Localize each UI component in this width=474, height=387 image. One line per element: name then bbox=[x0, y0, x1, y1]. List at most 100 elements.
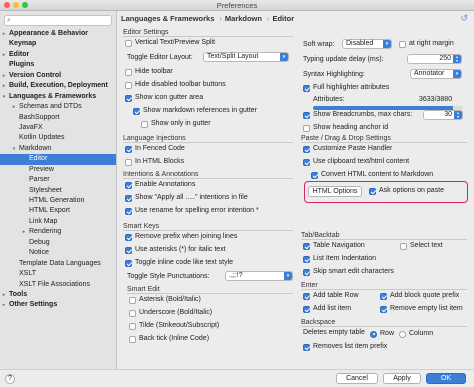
enable-annotations-checkbox[interactable]: Enable Annotations bbox=[125, 180, 195, 190]
add-block-quote-checkbox[interactable]: Add block quote prefix bbox=[380, 291, 459, 301]
use-rename-checkbox[interactable]: Use rename for spelling error intention … bbox=[125, 206, 259, 216]
sidebar-item[interactable]: ▸ Schemas and DTDs bbox=[0, 102, 116, 112]
select-text-checkbox[interactable]: Select text bbox=[400, 241, 443, 251]
sidebar-item[interactable]: XSLT bbox=[0, 269, 116, 279]
hide-disabled-checkbox[interactable]: Hide disabled toolbar buttons bbox=[125, 80, 226, 90]
fenced-code-checkbox[interactable]: In Fenced Code bbox=[125, 144, 185, 154]
show-breadcrumbs-checkbox[interactable]: Show Breadcrumbs, max chars: bbox=[303, 110, 412, 120]
divider bbox=[123, 142, 293, 143]
syntax-label: Syntax Highlighting: bbox=[303, 71, 365, 78]
sidebar-item[interactable]: Editor bbox=[0, 154, 116, 165]
chevron-down-icon[interactable]: ▾ bbox=[10, 144, 18, 154]
sidebar-item[interactable]: XSLT File Associations bbox=[0, 280, 116, 290]
sidebar-item[interactable]: ▸ Appearance & Behavior bbox=[0, 29, 116, 39]
sidebar-item[interactable]: Plugins bbox=[0, 60, 116, 70]
chevron-right-icon[interactable]: ▸ bbox=[0, 290, 8, 300]
ok-button[interactable]: OK bbox=[426, 373, 466, 384]
sidebar-item[interactable]: JavaFX bbox=[0, 123, 116, 133]
stepper-icon[interactable]: ▴ ▾ bbox=[454, 111, 462, 119]
chevron-right-icon[interactable]: ▸ bbox=[10, 102, 18, 112]
sidebar-item[interactable]: Stylesheet bbox=[0, 186, 116, 196]
skip-smart-checkbox[interactable]: Skip smart edit characters bbox=[303, 267, 394, 277]
sidebar-item[interactable]: BashSupport bbox=[0, 113, 116, 123]
sidebar-item[interactable]: Kotlin Updates bbox=[0, 133, 116, 143]
divider bbox=[301, 239, 467, 240]
remove-prefix-checkbox[interactable]: Remove prefix when joining lines bbox=[125, 232, 237, 242]
full-highlighter-checkbox[interactable]: Full highlighter attributes bbox=[303, 83, 389, 93]
show-apply-all-checkbox[interactable]: Show "Apply all ....." intentions in fil… bbox=[125, 193, 248, 203]
convert-html-checkbox[interactable]: Convert HTML content to Markdown bbox=[311, 170, 433, 180]
cancel-button[interactable]: Cancel bbox=[336, 373, 378, 384]
list-indent-checkbox[interactable]: List Item Indentation bbox=[303, 254, 376, 264]
sidebar-item[interactable]: ▸ Rendering bbox=[0, 227, 116, 237]
sidebar-item[interactable]: Preview bbox=[0, 165, 116, 175]
sidebar-item[interactable]: Parser bbox=[0, 175, 116, 185]
chevron-right-icon[interactable]: ▸ bbox=[20, 227, 28, 237]
sidebar-item-label: HTML Generation bbox=[29, 197, 85, 204]
sidebar-item[interactable]: ▾ Languages & Frameworks bbox=[0, 92, 116, 102]
sidebar-item[interactable]: HTML Export bbox=[0, 206, 116, 216]
column-radio[interactable]: Column bbox=[399, 329, 433, 339]
asterisk-checkbox[interactable]: Asterisk (Bold/Italic) bbox=[129, 295, 201, 305]
sidebar-item[interactable]: Keymap bbox=[0, 39, 116, 49]
sidebar-item[interactable]: ▸ Other Settings bbox=[0, 300, 116, 310]
underscore-checkbox[interactable]: Underscore (Bold/Italic) bbox=[129, 308, 212, 318]
help-icon[interactable]: ? bbox=[5, 374, 15, 384]
chevron-right-icon[interactable]: ▸ bbox=[0, 50, 8, 60]
sidebar-item[interactable]: Notice bbox=[0, 248, 116, 258]
toggle-layout-select[interactable]: Text/Split Layout ▾ bbox=[203, 52, 289, 62]
hide-toolbar-checkbox[interactable]: Hide toolbar bbox=[125, 67, 173, 77]
chevron-down-icon[interactable]: ▾ bbox=[0, 92, 8, 102]
sidebar-item[interactable]: ▾ Markdown bbox=[0, 144, 116, 154]
sidebar-item[interactable]: HTML Generation bbox=[0, 196, 116, 206]
add-list-item-checkbox[interactable]: Add list item bbox=[303, 304, 351, 314]
sidebar-item[interactable]: Debug bbox=[0, 238, 116, 248]
sidebar-item[interactable]: ▸ Build, Execution, Deployment bbox=[0, 81, 116, 91]
sidebar-item[interactable]: ▸ Version Control bbox=[0, 71, 116, 81]
soft-wrap-select[interactable]: Disabled ▾ bbox=[342, 39, 392, 49]
stepper-icon[interactable]: ▴ ▾ bbox=[453, 55, 461, 63]
search-input[interactable]: ⌕ bbox=[4, 15, 112, 26]
sidebar-item[interactable]: ▸ Tools bbox=[0, 290, 116, 300]
breadcrumbs-stepper[interactable]: 30 ▴ ▾ bbox=[423, 110, 463, 120]
toggle-inline-checkbox[interactable]: Toggle inline code like text style bbox=[125, 258, 233, 268]
show-heading-anchor-checkbox[interactable]: Show heading anchor id bbox=[303, 123, 388, 133]
at-right-margin-checkbox[interactable]: at right margin bbox=[399, 39, 454, 49]
ask-on-paste-checkbox[interactable]: Ask options on paste bbox=[369, 186, 444, 196]
backtick-checkbox[interactable]: Back tick (Inline Code) bbox=[129, 334, 209, 344]
customize-paste-checkbox[interactable]: Customize Paste Handler bbox=[303, 144, 392, 154]
chevron-right-icon[interactable]: ▸ bbox=[0, 81, 8, 91]
row-radio[interactable]: Row bbox=[370, 329, 394, 339]
chevron-right-icon[interactable]: ▸ bbox=[0, 300, 8, 310]
show-md-refs-checkbox[interactable]: Show markdown references in gutter bbox=[133, 106, 257, 116]
breadcrumb-item[interactable]: Languages & Frameworks bbox=[121, 14, 214, 23]
chevron-right-icon[interactable]: ▸ bbox=[0, 71, 8, 81]
remove-empty-list-item-checkbox[interactable]: Remove empty list item bbox=[380, 304, 463, 314]
show-icon-gutter-checkbox[interactable]: Show icon gutter area bbox=[125, 93, 203, 103]
use-clipboard-checkbox[interactable]: Use clipboard text/html content bbox=[303, 157, 409, 167]
html-blocks-checkbox[interactable]: In HTML Blocks bbox=[125, 157, 184, 167]
use-asterisks-checkbox[interactable]: Use asterisks (*) for italic text bbox=[125, 245, 226, 255]
sidebar-item[interactable]: Link Map bbox=[0, 217, 116, 227]
sidebar-item[interactable]: ▸ Editor bbox=[0, 50, 116, 60]
settings-tree: ▸ Appearance & Behavior Keymap ▸ Editor Plugi… bbox=[0, 29, 116, 311]
toggle-style-select[interactable]: .,;:!? ▾ bbox=[225, 271, 293, 281]
syntax-select[interactable]: Annotator ▾ bbox=[410, 69, 462, 79]
chevron-right-icon[interactable]: ▸ bbox=[0, 29, 8, 39]
html-options-button[interactable]: HTML Options bbox=[308, 186, 362, 197]
vertical-split-checkbox[interactable]: Vertical Text/Preview Split bbox=[125, 38, 215, 48]
tilde-checkbox[interactable]: Tilde (Strikeout/Subscript) bbox=[129, 321, 219, 331]
divider bbox=[123, 230, 293, 231]
breadcrumb-item[interactable]: Markdown bbox=[225, 14, 262, 23]
add-table-row-checkbox[interactable]: Add table Row bbox=[303, 291, 359, 301]
typing-delay-stepper[interactable]: 250 ▴ ▾ bbox=[407, 54, 462, 64]
sidebar-item-label: Template Data Languages bbox=[19, 259, 101, 267]
sidebar-item[interactable]: Template Data Languages bbox=[0, 259, 116, 269]
sidebar-item-label: XSLT bbox=[19, 270, 36, 278]
apply-button[interactable]: Apply bbox=[383, 373, 421, 384]
sidebar-item-label: Parser bbox=[29, 176, 50, 184]
table-navigation-checkbox[interactable]: Table Navigation bbox=[303, 241, 365, 251]
show-only-gutter-checkbox[interactable]: Show only in gutter bbox=[141, 119, 211, 129]
reset-icon[interactable]: ↺ bbox=[460, 13, 468, 24]
remove-list-prefix-checkbox[interactable]: Removes list item prefix bbox=[303, 342, 387, 352]
